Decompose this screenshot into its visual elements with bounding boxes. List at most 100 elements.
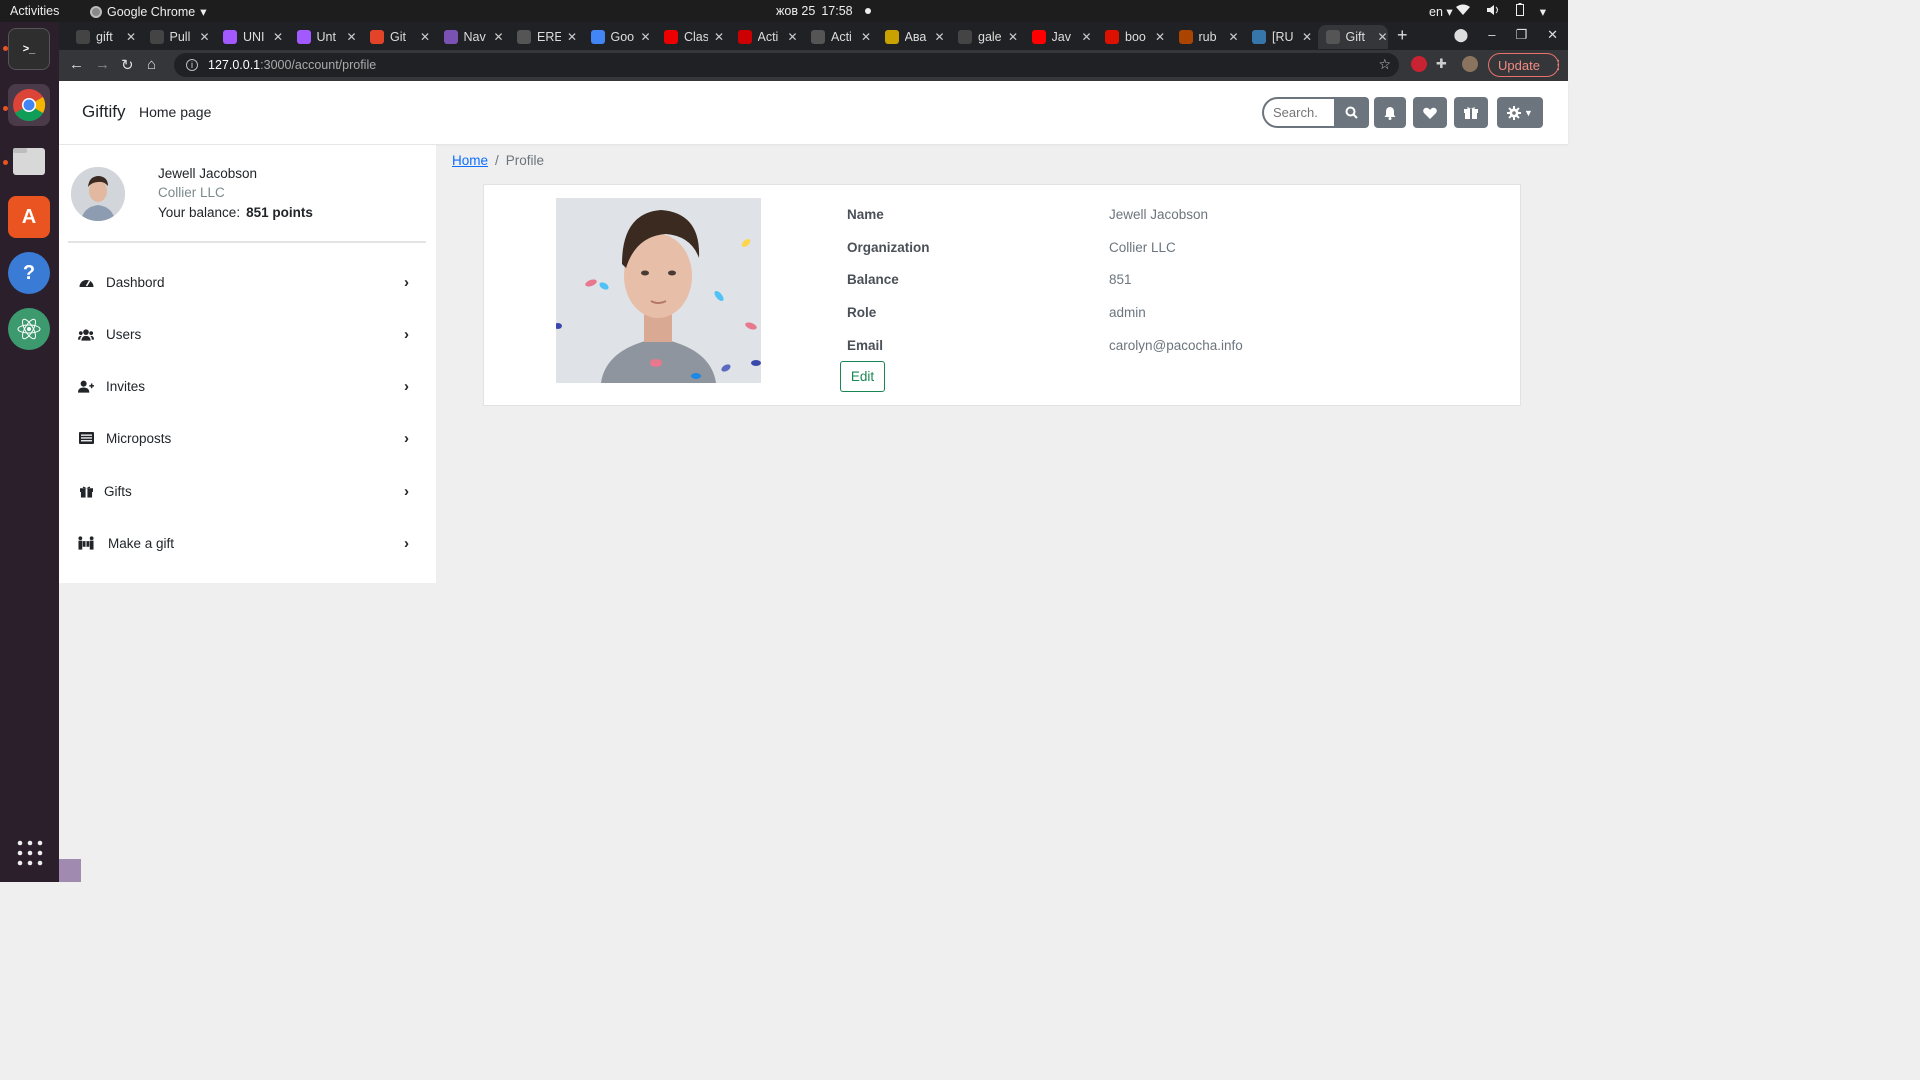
sidebar-item-invites[interactable]: Invites ›	[59, 366, 436, 406]
browser-tab[interactable]: [RU ✕	[1244, 26, 1312, 48]
tab-close-icon[interactable]: ✕	[934, 30, 944, 44]
url-host: 127.0.0.1	[208, 58, 261, 72]
field-value-name: Jewell Jacobson	[1109, 207, 1209, 222]
field-label-email: Email	[847, 338, 884, 353]
tab-close-icon[interactable]: ✕	[1377, 30, 1387, 44]
language-selector[interactable]: en ▾	[1429, 4, 1453, 19]
edit-profile-button[interactable]: Edit	[840, 361, 885, 392]
browser-tab[interactable]: gift ✕	[68, 26, 136, 48]
restore-icon[interactable]: ❐	[1515, 27, 1527, 43]
tab-close-icon[interactable]: ✕	[1302, 30, 1312, 44]
app-menu[interactable]: Google Chrome ▾	[90, 4, 207, 19]
sidebar-item-users[interactable]: Users ›	[59, 314, 436, 354]
nav-home-link[interactable]: Home page	[139, 104, 211, 120]
chrome-update-button[interactable]: Update ⋮	[1488, 53, 1565, 77]
tab-close-icon[interactable]: ✕	[714, 30, 724, 44]
tab-search-icon[interactable]: ⬤	[1454, 27, 1469, 43]
system-tray[interactable]: ▾	[1455, 3, 1546, 19]
back-icon[interactable]: ←	[69, 56, 84, 73]
avatar[interactable]	[71, 167, 125, 221]
new-tab-button[interactable]: +	[1397, 25, 1408, 46]
browser-tab[interactable]: Acti ✕	[730, 26, 798, 48]
tab-label: ERE	[537, 30, 561, 44]
tab-close-icon[interactable]: ✕	[861, 30, 871, 44]
extensions-puzzle-icon[interactable]: ✚	[1436, 56, 1452, 72]
minimize-icon[interactable]: –	[1488, 27, 1495, 43]
browser-tab[interactable]: boo ✕	[1097, 26, 1165, 48]
home-icon[interactable]: ⌂	[147, 56, 156, 73]
clock-time: 17:58	[821, 4, 853, 18]
gifts-nav-button[interactable]	[1454, 97, 1488, 128]
tab-close-icon[interactable]: ✕	[1155, 30, 1165, 44]
terminal-icon[interactable]: >_	[8, 28, 50, 70]
show-applications-icon[interactable]	[17, 840, 43, 871]
tab-favicon-icon	[811, 30, 825, 44]
browser-tab[interactable]: UNI ✕	[215, 26, 283, 48]
tab-close-icon[interactable]: ✕	[640, 30, 650, 44]
url-bar[interactable]: i 127.0.0.1:3000/account/profile ☆	[174, 53, 1399, 77]
browser-tab[interactable]: Unt ✕	[289, 26, 357, 48]
browser-tab-strip: gift ✕ Pull ✕ UNI ✕ Unt ✕ Git ✕ Nav ✕ ERE ✕ Goo ✕ Clas ✕ A…	[59, 22, 1568, 50]
tab-close-icon[interactable]: ✕	[199, 30, 209, 44]
tab-favicon-icon	[1031, 30, 1046, 44]
forward-icon[interactable]: →	[95, 56, 110, 73]
chrome-dock-icon[interactable]	[8, 84, 50, 126]
atom-icon[interactable]	[8, 308, 50, 350]
browser-tab[interactable]: rub ✕	[1171, 26, 1239, 48]
reload-icon[interactable]: ↻	[121, 56, 134, 74]
tab-close-icon[interactable]: ✕	[493, 30, 503, 44]
close-window-icon[interactable]: ✕	[1547, 27, 1558, 43]
browser-tab[interactable]: Pull ✕	[142, 26, 210, 48]
files-icon[interactable]	[8, 140, 50, 182]
software-center-icon[interactable]: A	[8, 196, 50, 238]
clock[interactable]: жов 25 17:58	[776, 4, 871, 18]
notifications-button[interactable]	[1374, 97, 1406, 128]
tab-close-icon[interactable]: ✕	[567, 30, 577, 44]
tab-close-icon[interactable]: ✕	[346, 30, 356, 44]
tab-label: Nav	[463, 30, 486, 44]
browser-tab[interactable]: Gift ✕	[1317, 25, 1388, 49]
browser-tab[interactable]: Goo ✕	[583, 26, 651, 48]
tab-label: gale	[978, 30, 1002, 44]
users-icon	[78, 327, 94, 341]
tab-close-icon[interactable]: ✕	[1081, 30, 1091, 44]
brand-logo[interactable]: Giftify	[82, 102, 125, 122]
sidebar-item-gifts[interactable]: Gifts ›	[59, 471, 436, 511]
browser-tab[interactable]: Acti ✕	[803, 26, 871, 48]
browser-tab[interactable]: gale ✕	[950, 26, 1018, 48]
breadcrumb-separator: /	[495, 153, 499, 168]
tab-label: Acti	[757, 30, 779, 44]
activities-button[interactable]: Activities	[10, 4, 59, 18]
tab-close-icon[interactable]: ✕	[1228, 30, 1238, 44]
chevron-right-icon: ›	[404, 534, 409, 552]
site-info-icon[interactable]: i	[186, 59, 198, 71]
adblock-extension-icon[interactable]	[1411, 56, 1427, 72]
tab-close-icon[interactable]: ✕	[126, 30, 136, 44]
field-label-organization: Organization	[847, 240, 930, 255]
browser-tab[interactable]: ERE ✕	[509, 26, 577, 48]
bell-icon	[1384, 106, 1396, 120]
tab-close-icon[interactable]: ✕	[420, 30, 430, 44]
wishlist-button[interactable]	[1413, 97, 1447, 128]
browser-tab[interactable]: Jav ✕	[1024, 26, 1092, 48]
sidebar-item-make-a-gift[interactable]: Make a gift ›	[59, 523, 436, 563]
profile-avatar-icon[interactable]	[1462, 56, 1478, 72]
tab-label: Unt	[316, 30, 336, 44]
sidebar-item-dashboard[interactable]: Dashbord ›	[59, 262, 436, 302]
settings-dropdown-button[interactable]: ▼	[1497, 97, 1543, 128]
search-icon	[1345, 106, 1358, 119]
breadcrumb-home-link[interactable]: Home	[452, 153, 488, 168]
browser-tab[interactable]: Git ✕	[362, 26, 430, 48]
sidebar-item-microposts[interactable]: Microposts ›	[59, 418, 436, 458]
search-input[interactable]	[1262, 97, 1334, 128]
bookmark-star-icon[interactable]: ☆	[1378, 56, 1391, 73]
browser-tab[interactable]: Nav ✕	[436, 26, 504, 48]
tab-close-icon[interactable]: ✕	[787, 30, 797, 44]
search-button[interactable]	[1334, 97, 1369, 128]
browser-tab[interactable]: Ава ✕	[877, 26, 945, 48]
tab-close-icon[interactable]: ✕	[273, 30, 283, 44]
user-indicator-icon[interactable]	[59, 859, 81, 882]
tab-close-icon[interactable]: ✕	[1008, 30, 1018, 44]
browser-tab[interactable]: Clas ✕	[656, 26, 724, 48]
help-icon[interactable]: ?	[8, 252, 50, 294]
